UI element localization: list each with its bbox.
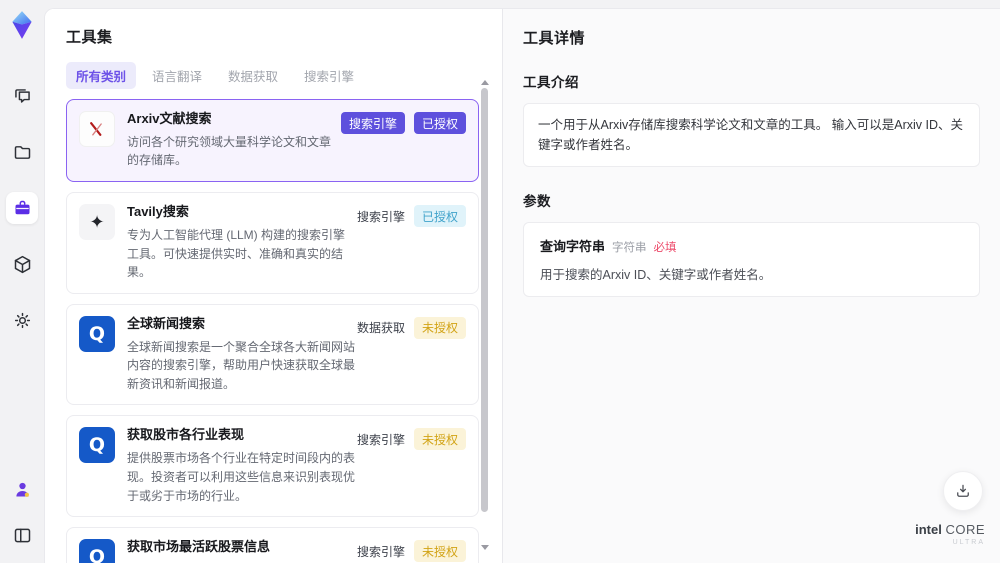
tool-card-3[interactable]: Q 获取股市各行业表现 提供股票市场各个行业在特定时间段内的表现。投资者可以利用… xyxy=(66,415,479,518)
content-shell: 工具集 所有类别 语言翻译 数据获取 搜索引擎 Arxiv文献搜索 访问各个研究领域大… xyxy=(44,8,1000,563)
tool-badges: 搜索引擎 未授权 xyxy=(356,427,466,451)
brand-core: CORE xyxy=(945,522,985,538)
rail-nav xyxy=(6,80,38,336)
user-avatar-button[interactable] xyxy=(6,473,38,505)
param-header: 查询字符串 字符串 必填 xyxy=(540,236,963,255)
tool-name: Tavily搜索 xyxy=(127,204,189,220)
tool-description: 专为人工智能代理 (LLM) 构建的搜索引擎工具。可快速提供实时、准确和真实的结… xyxy=(127,227,346,280)
intro-section-header: 工具介绍 xyxy=(523,75,579,90)
tool-name: 获取市场最活跃股票信息 xyxy=(127,539,271,555)
user-icon xyxy=(15,482,29,497)
param-required-flag: 必填 xyxy=(653,242,677,254)
tool-category-badge: 搜索引擎 xyxy=(356,432,405,447)
download-icon xyxy=(957,484,969,497)
tool-name: 获取股市各行业表现 xyxy=(127,427,245,443)
tool-auth-badge: 已授权 xyxy=(413,205,466,228)
tool-category-badge: 搜索引擎 xyxy=(356,209,405,224)
page-title: 工具集 xyxy=(66,29,113,46)
intro-card: 一个用于从Arxiv存储库搜索科学论文和文章的工具。 输入可以是Arxiv ID… xyxy=(523,103,980,167)
tool-name: Arxiv文献搜索 xyxy=(127,111,212,126)
news-blue-icon: Q xyxy=(79,315,115,352)
collapse-sidebar-button[interactable] xyxy=(6,519,38,551)
param-name: 查询字符串 xyxy=(540,239,606,254)
tool-description: 全球新闻搜索是一个聚合全球各大新闻网站内容的搜索引擎，帮助用户快速获取全球最新资… xyxy=(127,339,356,391)
brand-intel: intel xyxy=(915,522,942,538)
tool-card-2[interactable]: Q 全球新闻搜索 全球新闻搜索是一个聚合全球各大新闻网站内容的搜索引擎，帮助用户… xyxy=(66,303,479,406)
gear-icon xyxy=(14,312,30,328)
news-q-icon: Q xyxy=(88,434,106,457)
sidebar-item-models[interactable] xyxy=(6,248,38,280)
scroll-up-arrow-icon[interactable] xyxy=(481,80,489,85)
cube-icon xyxy=(14,255,30,273)
news-blue-icon: Q xyxy=(79,427,115,464)
tool-auth-badge: 已授权 xyxy=(413,112,466,134)
category-tabs: 所有类别 语言翻译 数据获取 搜索引擎 xyxy=(66,62,502,89)
sidebar-item-settings[interactable] xyxy=(6,304,38,336)
briefcase-icon xyxy=(15,200,29,214)
tool-description: 访问各个研究领域大量科学论文和文章的存储库。 xyxy=(127,134,332,168)
tool-auth-badge: 未授权 xyxy=(413,428,466,451)
download-button[interactable] xyxy=(943,471,983,511)
news-q-icon: Q xyxy=(88,322,106,345)
tool-list: Arxiv文献搜索 访问各个研究领域大量科学论文和文章的存储库。 搜索引擎 已授… xyxy=(66,99,479,563)
news-blue-icon: Q xyxy=(79,539,115,563)
news-q-icon: Q xyxy=(88,546,106,563)
list-scrollbar[interactable] xyxy=(481,80,489,558)
tab-3[interactable]: 搜索引擎 xyxy=(294,62,364,89)
sidebar-item-files[interactable] xyxy=(6,136,38,168)
tool-card-1[interactable]: ✦ Tavily搜索 专为人工智能代理 (LLM) 构建的搜索引擎工具。可快速提… xyxy=(66,192,479,294)
sidebar-item-chat[interactable] xyxy=(6,80,38,112)
detail-title: 工具详情 xyxy=(523,30,586,47)
tab-0[interactable]: 所有类别 xyxy=(66,62,137,89)
tool-auth-badge: 未授权 xyxy=(413,316,466,339)
tool-category-badge: 搜索引擎 xyxy=(356,544,405,559)
sidebar-item-toolbox[interactable] xyxy=(6,192,38,224)
tavily-icon: ✦ xyxy=(79,204,115,241)
scrollbar-thumb[interactable] xyxy=(481,88,488,512)
folder-icon xyxy=(14,145,30,159)
arxiv-icon xyxy=(79,111,115,147)
tool-description: 提供股票市场各个行业在特定时间段内的表现。投资者可以利用这些信息来识别表现优于或… xyxy=(127,451,356,503)
tavily-star-icon: ✦ xyxy=(89,211,105,232)
tool-card-0[interactable]: Arxiv文献搜索 访问各个研究领域大量科学论文和文章的存储库。 搜索引擎 已授… xyxy=(66,99,479,183)
tool-badges: 搜索引擎 已授权 xyxy=(340,111,466,134)
tool-badges: 数据获取 未授权 xyxy=(357,316,466,339)
panel-collapse-icon xyxy=(14,528,30,542)
tool-badges: 搜索引擎 未授权 xyxy=(356,539,466,563)
tab-1[interactable]: 语言翻译 xyxy=(142,62,212,89)
tool-card-4[interactable]: Q 获取市场最活跃股票信息 提供当天交易量最高的股票列表。投资者可以利用这些信息… xyxy=(66,527,479,563)
arxiv-logo-icon xyxy=(90,122,102,136)
tool-badges: 搜索引擎 已授权 xyxy=(356,204,466,228)
scroll-down-arrow-icon[interactable] xyxy=(481,545,489,550)
tool-category-badge: 数据获取 xyxy=(356,321,405,336)
rail-bottom xyxy=(6,473,38,551)
param-type: 字符串 xyxy=(612,242,647,254)
tab-2[interactable]: 数据获取 xyxy=(218,62,288,89)
tool-name: 全球新闻搜索 xyxy=(127,315,206,331)
tool-detail-panel: 工具详情 工具介绍 一个用于从Arxiv存储库搜索科学论文和文章的工具。 输入可… xyxy=(503,9,1000,563)
tools-panel: 工具集 所有类别 语言翻译 数据获取 搜索引擎 Arxiv文献搜索 访问各个研究领域大… xyxy=(45,9,503,563)
brand-ultra: ULTRA xyxy=(952,539,985,547)
intel-core-logo: intel CORE ULTRA xyxy=(915,522,985,547)
chat-icon xyxy=(14,88,30,103)
tool-category-badge: 搜索引擎 xyxy=(340,112,405,134)
param-description: 用于搜索的Arxiv ID、关键字或作者姓名。 xyxy=(540,268,772,282)
left-rail xyxy=(0,0,44,563)
param-card: 查询字符串 字符串 必填 用于搜索的Arxiv ID、关键字或作者姓名。 xyxy=(523,222,980,297)
app-logo-icon xyxy=(12,11,32,39)
tool-auth-badge: 未授权 xyxy=(413,540,466,563)
params-section-header: 参数 xyxy=(523,194,551,209)
app-window: 工具集 所有类别 语言翻译 数据获取 搜索引擎 Arxiv文献搜索 访问各个研究领域大… xyxy=(0,0,1000,563)
